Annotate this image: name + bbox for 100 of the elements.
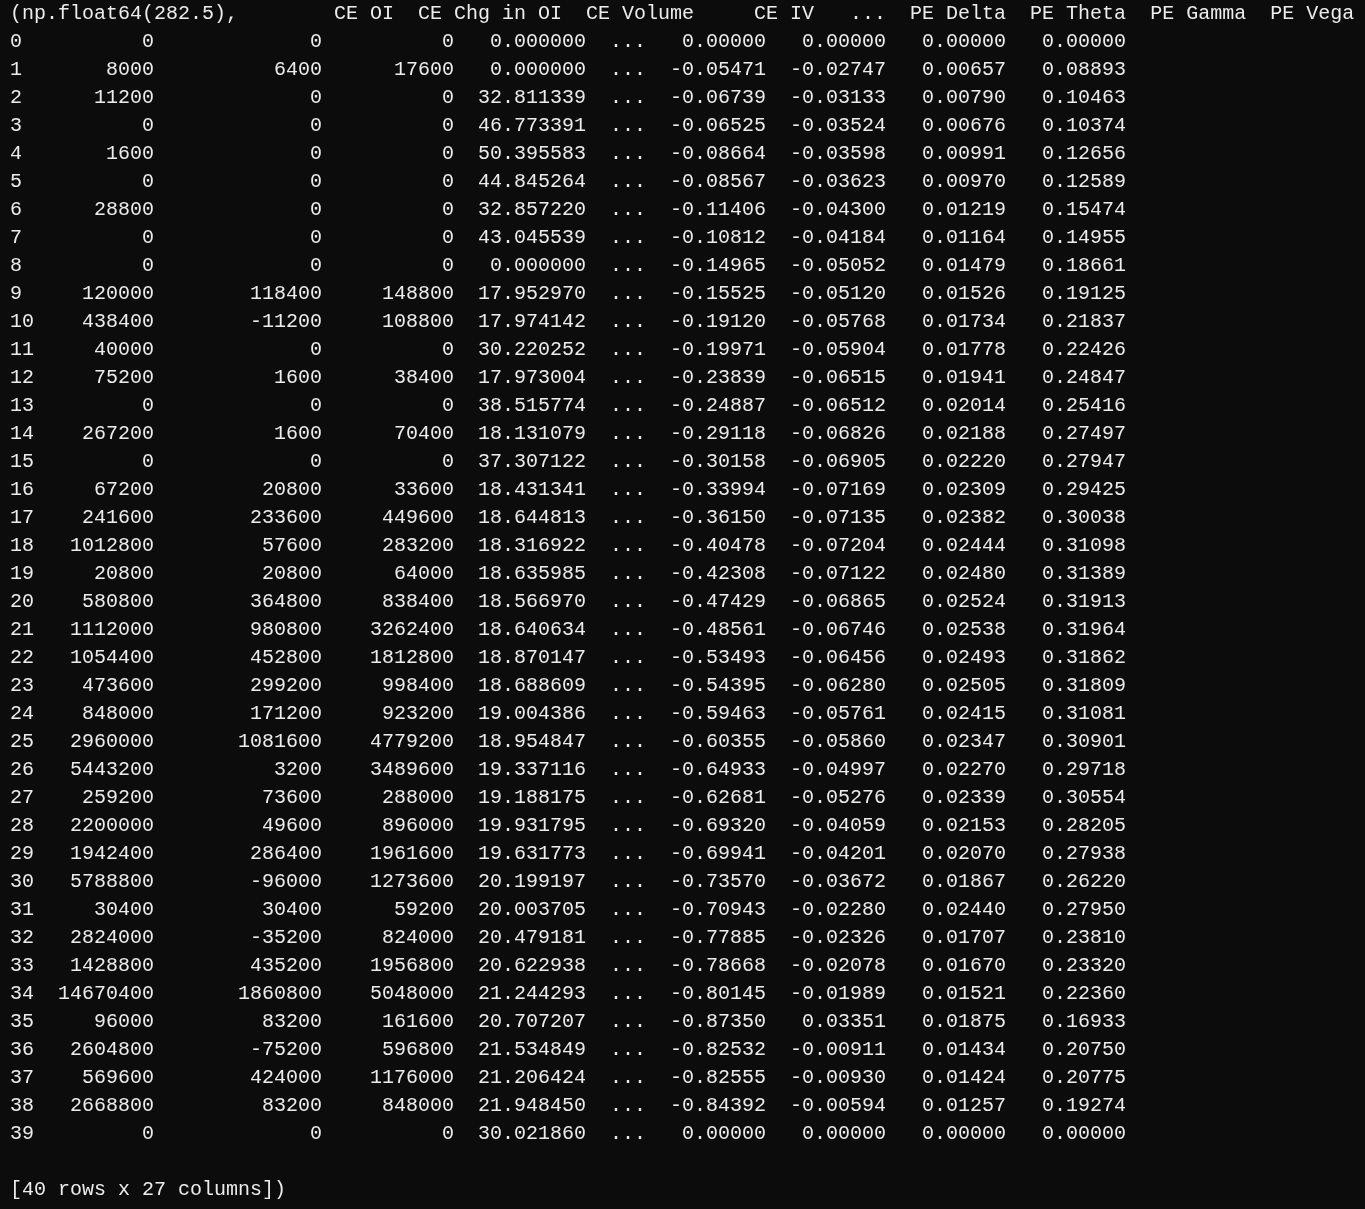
table-cell-text: ... [609,1121,647,1147]
row-index: 0 [10,29,23,55]
table-cell-text: 0.02309 [921,477,1007,503]
table-cell-text: ... [609,869,647,895]
table-cell-text: 21.206424 [477,1065,587,1091]
table-cell-text: 0.02070 [921,841,1007,867]
table-cell-text: 1428800 [69,953,154,979]
row-index: 39 [10,1121,34,1147]
table-cell-text: ... [609,1037,647,1063]
table-cell-text: 0.02347 [921,729,1007,755]
column-header: CE OI [333,1,395,27]
table-cell-text: 3262400 [369,617,455,643]
table-cell-text: 19.004386 [477,701,587,727]
table-cell-text: 1600 [105,141,154,167]
table-cell-text: 18.131079 [477,421,587,447]
column-header: CE Chg in OI [417,1,563,27]
table-cell-text: 57600 [261,533,323,559]
table-cell-text: -0.03623 [789,169,887,195]
table-cell-text: 14670400 [57,981,154,1007]
table-cell-text: 17.974142 [477,309,587,335]
row-index: 29 [10,841,34,867]
column-header: (np.float64(282.5), [10,1,239,27]
table-cell-text: -0.69941 [669,841,767,867]
column-header: PE Vega [1269,1,1355,27]
table-cell-text: 0 [309,393,323,419]
table-cell-text: 0.000000 [489,29,587,55]
table-cell-text: ... [609,533,647,559]
table-cell-text: -0.06826 [789,421,887,447]
table-cell-text: -0.03524 [789,113,887,139]
table-cell-text: 32.811339 [477,85,587,111]
table-cell-text: 1956800 [369,953,455,979]
table-cell-text: 17.973004 [477,365,587,391]
row-index: 3 [10,113,23,139]
table-cell-text: 20.707207 [477,1009,587,1035]
table-cell-text: -0.10812 [669,225,767,251]
table-cell-text: 0.01424 [921,1065,1007,1091]
table-cell-text: -0.06512 [789,393,887,419]
row-index: 38 [10,1093,34,1119]
table-cell-text: 824000 [381,925,455,951]
table-cell-text: 20.003705 [477,897,587,923]
row-index: 13 [10,393,34,419]
table-cell-text: 0.000000 [489,57,587,83]
table-cell-text: -0.82532 [669,1037,767,1063]
table-cell-text: -0.69320 [669,813,767,839]
table-cell-text: 0 [441,29,455,55]
table-cell-text: -0.59463 [669,701,767,727]
table-cell-text: 0.28205 [1041,813,1127,839]
table-cell-text: -0.07122 [789,561,887,587]
table-cell-text: 0.31081 [1041,701,1127,727]
table-cell-text: 18.688609 [477,673,587,699]
table-cell-text: 21.534849 [477,1037,587,1063]
row-index: 4 [10,141,23,167]
table-cell-text: 20800 [261,477,323,503]
table-cell-text: 0.24847 [1041,365,1127,391]
table-cell-text: 283200 [381,533,455,559]
table-cell-text: 0.27950 [1041,897,1127,923]
table-cell-text: 21.948450 [477,1093,587,1119]
row-index: 14 [10,421,34,447]
table-cell-text: 40000 [93,337,154,363]
table-cell-text: 32.857220 [477,197,587,223]
table-cell-text: ... [609,813,647,839]
table-cell-text: 0 [309,169,323,195]
table-cell-text: 569600 [81,1065,154,1091]
row-index: 33 [10,953,34,979]
table-cell-text: -0.40478 [669,533,767,559]
table-cell-text: 0 [309,337,323,363]
table-cell-text: 0 [441,449,455,475]
table-cell-text: ... [609,757,647,783]
table-cell-text: 30400 [93,897,154,923]
table-cell-text: -0.00911 [789,1037,887,1063]
table-cell-text: 38400 [393,365,455,391]
table-cell-text: 0.30901 [1041,729,1127,755]
table-cell-text: 0.00000 [801,29,887,55]
table-cell-text: 1961600 [369,841,455,867]
table-cell-text: -0.05471 [669,57,767,83]
table-cell-text: 20800 [93,561,154,587]
table-cell-text: 0 [141,225,154,251]
row-index: 31 [10,897,34,923]
table-cell-text: ... [609,645,647,671]
table-cell-text: -0.05768 [789,309,887,335]
table-cell-text: 0 [309,253,323,279]
table-cell-text: -0.62681 [669,785,767,811]
table-cell-text: 6400 [273,57,323,83]
table-cell-text: -0.06525 [669,113,767,139]
column-header: CE Volume [585,1,695,27]
table-cell-text: ... [609,953,647,979]
table-cell-text: 0.27497 [1041,421,1127,447]
table-cell-text: -0.84392 [669,1093,767,1119]
table-cell-text: 2960000 [69,729,154,755]
table-cell-text: -0.19971 [669,337,767,363]
table-cell-text: 0.02270 [921,757,1007,783]
table-cell-text: 0 [441,197,455,223]
table-cell-text: 1012800 [69,533,154,559]
table-cell-text: 0.31809 [1041,673,1127,699]
table-cell-text: 1176000 [369,1065,455,1091]
table-cell-text: 30400 [261,897,323,923]
table-cell-text: ... [609,449,647,475]
table-cell-text: 18.566970 [477,589,587,615]
table-cell-text: 18.644813 [477,505,587,531]
table-cell-text: 30.220252 [477,337,587,363]
